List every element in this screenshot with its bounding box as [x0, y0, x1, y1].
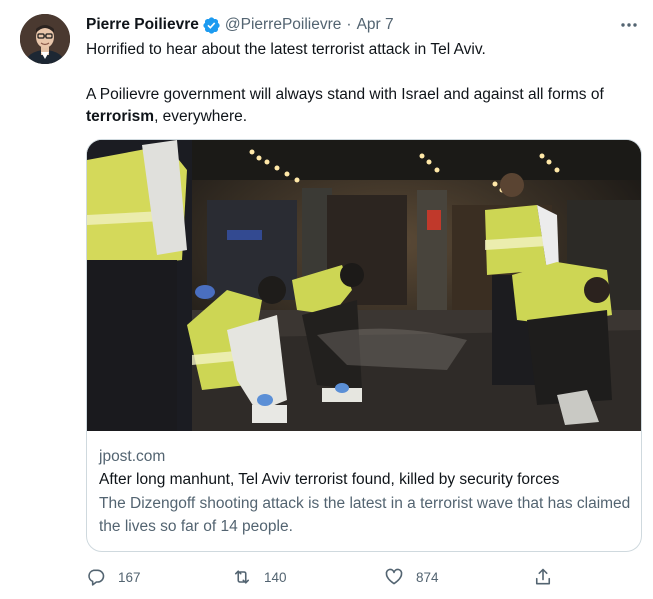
tweet: Pierre Poilievre @PierrePoilievre · Apr …	[0, 0, 653, 599]
card-text: jpost.com After long manhunt, Tel Aviv t…	[99, 446, 634, 535]
bold-word: terrorism	[86, 108, 155, 125]
tweet-text-line-2: A Poilievre government will always stand…	[86, 86, 604, 103]
share-icon	[535, 568, 551, 585]
more-options-icon[interactable]	[616, 16, 642, 34]
avatar[interactable]	[20, 14, 70, 64]
card-title: After long manhunt, Tel Aviv terrorist f…	[99, 471, 560, 488]
card-domain: jpost.com	[99, 448, 166, 465]
tweet-actions: 167 140 874	[86, 566, 556, 588]
verified-badge-icon	[202, 16, 221, 35]
share-button[interactable]	[533, 566, 553, 588]
like-count: 874	[416, 569, 439, 585]
reply-button[interactable]: 167	[86, 566, 141, 588]
author-name[interactable]: Pierre Poilievre	[86, 16, 199, 34]
retweet-count: 140	[264, 569, 287, 585]
tweet-text-line-3: terrorism, everywhere.	[86, 106, 646, 127]
news-photo	[87, 140, 641, 431]
retweet-icon	[234, 570, 250, 584]
author-handle[interactable]: @PierrePoilievre	[225, 16, 342, 34]
reply-icon	[88, 569, 105, 586]
user-avatar-icon	[20, 14, 70, 64]
tweet-text-line-1: Horrified to hear about the latest terro…	[86, 41, 486, 58]
retweet-button[interactable]: 140	[232, 566, 287, 588]
separator-dot: ·	[346, 16, 352, 33]
card-description: The Dizengoff shooting attack is the lat…	[99, 495, 631, 535]
tweet-date[interactable]: Apr 7	[357, 16, 394, 34]
heart-icon	[385, 568, 403, 585]
tweet-header: Pierre Poilievre @PierrePoilievre · Apr …	[86, 15, 394, 35]
link-preview-card[interactable]: jpost.com After long manhunt, Tel Aviv t…	[86, 139, 642, 552]
reply-count: 167	[118, 569, 141, 585]
like-button[interactable]: 874	[384, 566, 439, 588]
tweet-text-line-3-rest: , everywhere.	[154, 108, 248, 125]
